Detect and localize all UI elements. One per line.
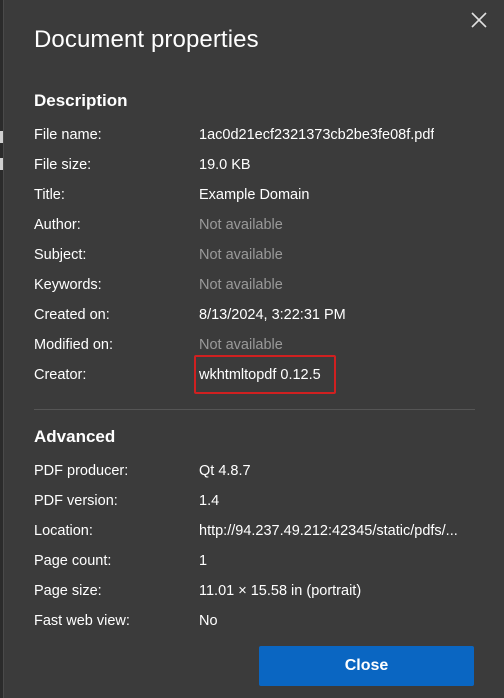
advanced-value: 1.4 bbox=[199, 493, 220, 509]
advanced-row: Fast web view: No bbox=[34, 610, 484, 632]
description-row: Title: Example Domain bbox=[34, 184, 484, 206]
advanced-value: 11.01 × 15.58 in (portrait) bbox=[199, 583, 362, 599]
description-value: Not available bbox=[199, 217, 283, 233]
description-label: Keywords: bbox=[34, 277, 102, 293]
description-label: Subject: bbox=[34, 247, 87, 263]
description-label: File name: bbox=[34, 127, 102, 143]
description-label: Modified on: bbox=[34, 337, 113, 353]
advanced-label: Fast web view: bbox=[34, 613, 130, 629]
description-row: Keywords: Not available bbox=[34, 274, 484, 296]
description-label: Creator: bbox=[34, 367, 87, 383]
description-row: Modified on: Not available bbox=[34, 334, 484, 356]
description-row: File size: 19.0 KB bbox=[34, 154, 484, 176]
description-row: Author: Not available bbox=[34, 214, 484, 236]
description-value: Not available bbox=[199, 277, 283, 293]
creator-highlight-box bbox=[194, 355, 336, 394]
description-label: Created on: bbox=[34, 307, 110, 323]
description-heading: Description bbox=[34, 91, 128, 110]
description-value: Not available bbox=[199, 247, 283, 263]
document-properties-dialog: Document properties Description File nam… bbox=[3, 0, 504, 698]
description-value: Example Domain bbox=[199, 187, 310, 203]
close-button[interactable]: Close bbox=[259, 646, 474, 686]
description-value: 8/13/2024, 3:22:31 PM bbox=[199, 307, 346, 323]
advanced-value: 1 bbox=[199, 553, 208, 569]
advanced-value: http://94.237.49.212:42345/static/pdfs/.… bbox=[199, 523, 458, 539]
advanced-row: Page size: 11.01 × 15.58 in (portrait) bbox=[34, 580, 484, 602]
advanced-label: Page count: bbox=[34, 553, 112, 569]
advanced-label: PDF version: bbox=[34, 493, 118, 509]
advanced-label: Page size: bbox=[34, 583, 102, 599]
advanced-label: PDF producer: bbox=[34, 463, 129, 479]
advanced-row: Page count: 1 bbox=[34, 550, 484, 572]
advanced-value: No bbox=[199, 613, 218, 629]
advanced-value: Qt 4.8.7 bbox=[199, 463, 251, 479]
description-row: Created on: 8/13/2024, 3:22:31 PM bbox=[34, 304, 484, 326]
dialog-title: Document properties bbox=[34, 26, 259, 53]
description-label: Title: bbox=[34, 187, 65, 203]
close-icon[interactable] bbox=[468, 9, 490, 31]
advanced-row: PDF producer: Qt 4.8.7 bbox=[34, 460, 484, 482]
advanced-row: Location: http://94.237.49.212:42345/stat… bbox=[34, 520, 484, 542]
advanced-row: PDF version: 1.4 bbox=[34, 490, 484, 512]
description-label: File size: bbox=[34, 157, 92, 173]
description-value: Not available bbox=[199, 337, 283, 353]
description-value: 1ac0d21ecf2321373cb2be3fe08f.pdf bbox=[199, 127, 435, 143]
section-divider bbox=[34, 409, 475, 410]
description-row: File name: 1ac0d21ecf2321373cb2be3fe08f.p… bbox=[34, 124, 484, 146]
description-value: 19.0 KB bbox=[199, 157, 251, 173]
advanced-heading: Advanced bbox=[34, 427, 116, 446]
advanced-label: Location: bbox=[34, 523, 93, 539]
description-label: Author: bbox=[34, 217, 81, 233]
description-row: Subject: Not available bbox=[34, 244, 484, 266]
